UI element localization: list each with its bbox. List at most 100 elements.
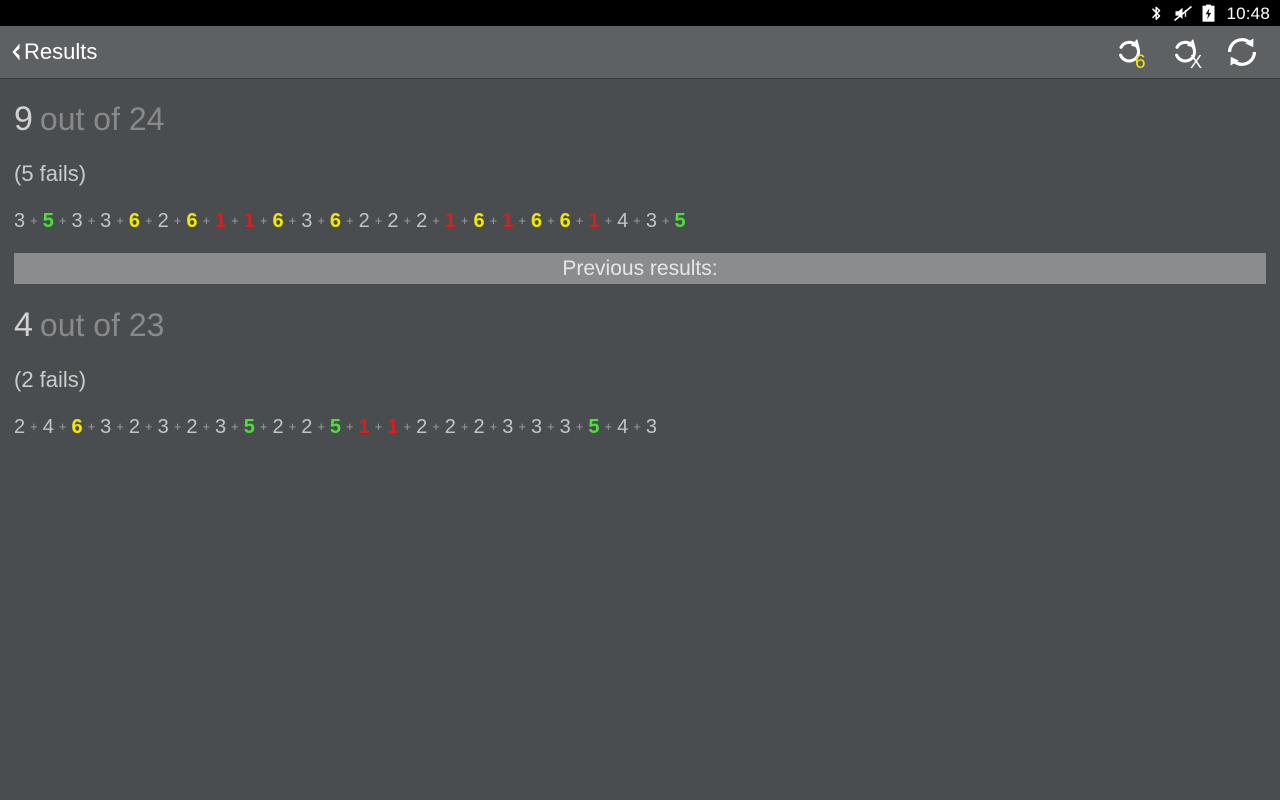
sequence-separator: + [202,213,211,228]
sequence-separator: + [288,419,297,434]
sequence-value: 1 [358,416,370,438]
sequence-separator: + [374,419,383,434]
previous-result-block: 4 out of 23 (2 fails) 2 +4 +6 +3 +2 +3 +2 +3 +5 +2… [0,284,1280,459]
sequence-separator: + [432,213,440,228]
sequence-separator: + [259,213,268,228]
sequence-value: 2 [416,416,428,438]
sequence-separator: + [87,419,96,434]
sequence-value: 3 [71,210,83,232]
previous-fails-label: (2 fails) [14,367,87,392]
sequence-value: 3 [215,416,227,438]
sequence-separator: + [317,419,325,434]
sequence-value: 4 [617,210,629,232]
sequence-value: 1 [588,210,600,232]
sequence-separator: + [173,419,182,434]
sequence-value: 6 [128,210,140,232]
sequence-value: 2 [14,416,26,438]
sequence-value: 1 [444,210,456,232]
sequence-value: 2 [272,416,284,438]
sequence-separator: + [633,419,641,434]
sequence-separator: + [58,419,67,434]
sequence-value: 3 [502,416,514,438]
sequence-value: 3 [645,210,657,232]
sequence-separator: + [288,213,297,228]
sequence-value: 3 [645,416,657,438]
previous-score-total: out of 23 [39,307,165,343]
current-score-total: out of 24 [39,101,165,137]
sequence-value: 5 [329,416,342,438]
sequence-separator: + [518,419,526,434]
current-fails-label: (5 fails) [14,161,87,186]
sequence-value: 2 [157,210,169,232]
sequence-value: 2 [387,210,399,232]
sequence-value: 1 [387,416,399,438]
sequence-value: 6 [473,210,485,232]
sequence-separator: + [87,213,96,228]
sequence-separator: + [633,213,641,228]
refresh-button[interactable] [1220,30,1264,74]
current-sequence: 3 +5 +3 +3 +6 +2 +6 +1 +1 +6 +3 +6 +2 +2 +2 +1 +6 +1 +6 +6 +… [14,185,1266,253]
sequence-separator: + [30,213,38,228]
sequence-value: 2 [301,416,313,438]
reload-icon: X [1175,39,1202,72]
sequence-value: 6 [559,210,571,232]
sequence-separator: + [432,419,440,434]
sequence-separator: + [460,419,469,434]
previous-score-line: 4 out of 23 [14,284,1266,342]
back-navigation-button[interactable]: Results [4,37,97,67]
android-status-bar: 10:48 [0,0,1280,26]
sequence-value: 3 [14,210,26,232]
sequence-separator: + [604,213,613,228]
sequence-separator: + [231,213,239,228]
results-content: 9 out of 24 (5 fails) 3 +5 +3 +3 +6 +2 +6 +1 +1 +6… [0,78,1280,459]
current-score-line: 9 out of 24 [14,78,1266,136]
bluetooth-icon [1149,4,1164,22]
sequence-separator: + [547,419,555,434]
previous-results-label: Previous results: [562,257,718,280]
sequence-value: 3 [100,416,112,438]
battery-charging-icon [1202,4,1215,22]
sequence-separator: + [173,213,182,228]
sequence-separator: + [145,213,153,228]
sequence-value: 2 [128,416,140,438]
sequence-value: 3 [530,416,543,438]
sequence-separator: + [489,213,498,228]
sequence-value: 3 [559,416,571,438]
sequence-separator: + [202,419,211,434]
sequence-separator: + [575,419,584,434]
sequence-value: 1 [243,210,255,232]
sequence-separator: + [518,213,526,228]
sync-icon [1227,38,1257,66]
sequence-value: 2 [416,210,428,232]
repeat-clear-badge: X [1190,52,1202,72]
sequence-value: 3 [301,210,313,232]
sequence-separator: + [460,213,469,228]
sequence-value: 2 [186,416,198,438]
sequence-value: 1 [502,210,514,232]
sequence-separator: + [604,419,613,434]
sequence-value: 2 [473,416,485,438]
previous-sequence: 2 +4 +6 +3 +2 +3 +2 +3 +5 +2 +2 +5 +1 +1 +2 +2 +2 +3 +3 +3 +… [14,391,1266,459]
action-bar-actions: 6 X [1108,30,1272,74]
sequence-separator: + [145,419,153,434]
action-bar: Results 6 X [0,26,1280,78]
sequence-value: 5 [243,416,255,438]
sequence-value: 6 [71,416,83,438]
sequence-value: 5 [588,416,600,438]
repeat-count-button[interactable]: 6 [1108,30,1152,74]
sequence-separator: + [346,419,354,434]
sequence-separator: + [116,213,124,228]
status-bar-clock: 10:48 [1226,3,1270,23]
sequence-value: 6 [272,210,284,232]
action-bar-title: Results [24,38,98,64]
sequence-separator: + [317,213,325,228]
sequence-value: 4 [617,416,629,438]
sequence-separator: + [403,419,412,434]
sequence-value: 6 [329,210,342,232]
sequence-value: 5 [42,210,54,232]
sequence-separator: + [575,213,584,228]
sequence-separator: + [259,419,268,434]
repeat-clear-button[interactable]: X [1164,30,1208,74]
sequence-value: 2 [444,416,456,438]
sequence-value: 6 [186,210,198,232]
